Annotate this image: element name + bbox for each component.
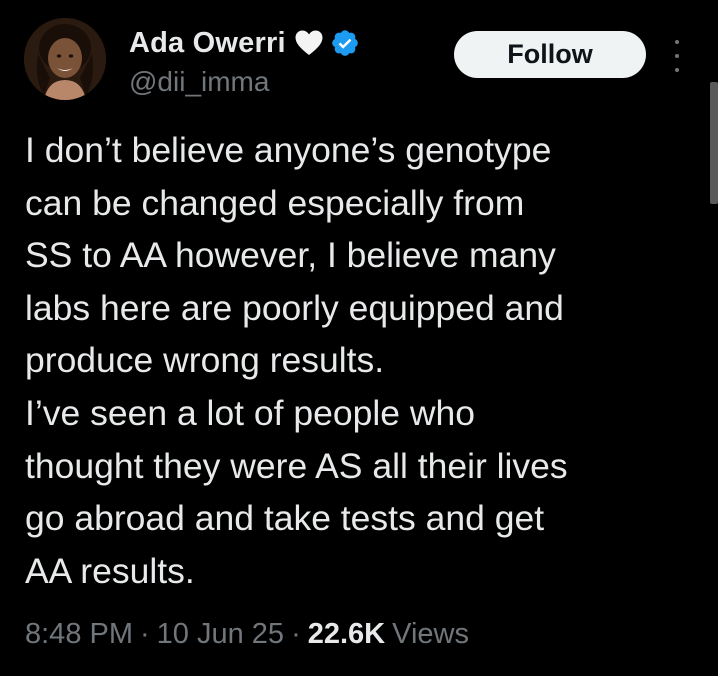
white-heart-icon	[294, 29, 324, 57]
follow-button[interactable]: Follow	[454, 31, 646, 78]
views-count[interactable]: 22.6K	[308, 618, 385, 651]
tweet-meta: 8:48 PM · 10 Jun 25 · 22.6K Views	[25, 618, 469, 651]
views-label[interactable]: Views	[392, 618, 469, 651]
avatar-photo	[24, 18, 106, 100]
more-vertical-icon[interactable]	[668, 40, 686, 72]
avatar[interactable]	[24, 18, 106, 100]
more-dot	[675, 40, 679, 44]
meta-separator: ·	[140, 618, 150, 650]
tweet-text-line: can be changed especially from	[25, 182, 525, 223]
tweet-text-line: produce wrong results.	[25, 340, 385, 381]
author-handle[interactable]: @dii_imma	[129, 66, 269, 98]
meta-separator: ·	[291, 618, 301, 650]
tweet-text-line: SS to AA however, I believe many	[25, 235, 556, 276]
tweet-card: Ada Owerri @dii_imma Follow I don’t beli…	[0, 0, 718, 676]
tweet-text-line: thought they were AS all their lives	[25, 445, 568, 486]
author-name-row: Ada Owerri	[129, 23, 360, 63]
author-display-name[interactable]: Ada Owerri	[129, 27, 286, 60]
tweet-text-line: I’ve seen a lot of people who	[25, 392, 475, 433]
scrollbar[interactable]	[710, 82, 718, 204]
more-dot	[675, 54, 679, 58]
tweet-text-line: go abroad and take tests and get	[25, 498, 545, 539]
tweet-text-line: AA results.	[25, 550, 195, 591]
tweet-date[interactable]: 10 Jun 25	[157, 618, 284, 651]
tweet-text-line: labs here are poorly equipped and	[25, 287, 564, 328]
tweet-text: I don’t believe anyone’s genotype can be…	[25, 124, 695, 597]
tweet-time[interactable]: 8:48 PM	[25, 618, 133, 651]
verified-badge-icon[interactable]	[330, 28, 360, 58]
tweet-text-line: I don’t believe anyone’s genotype	[25, 130, 552, 170]
more-dot	[675, 68, 679, 72]
